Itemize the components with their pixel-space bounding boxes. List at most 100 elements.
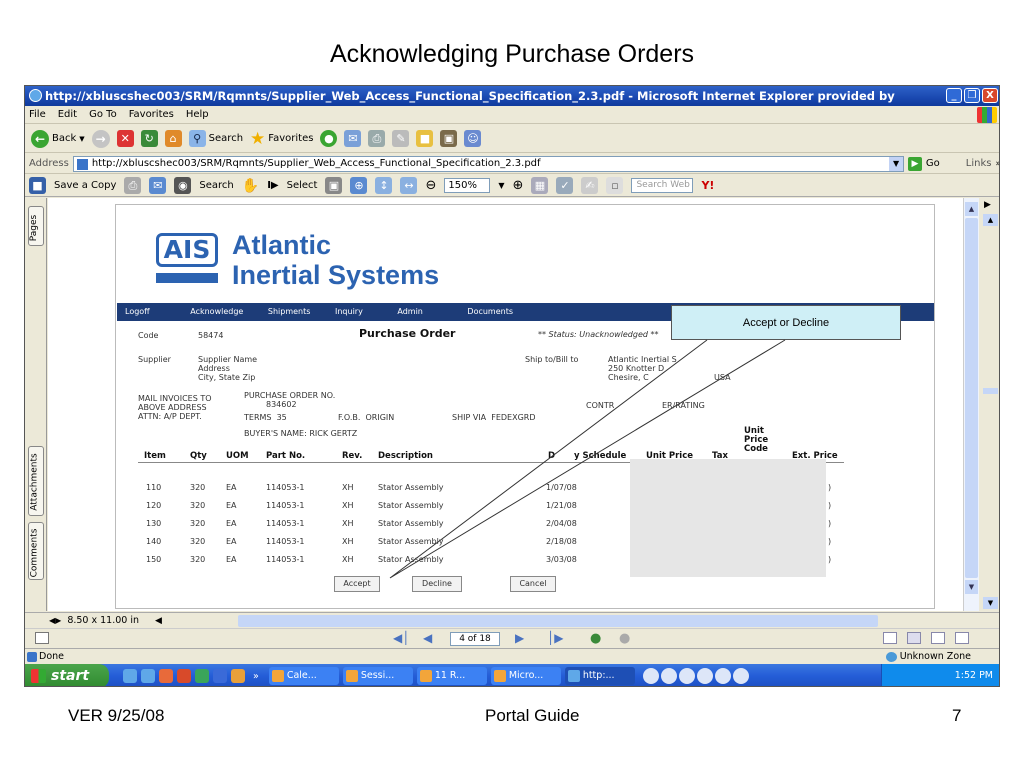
task-session[interactable]: Sessi... xyxy=(342,667,413,685)
email-icon[interactable]: ✉ xyxy=(149,177,167,194)
home-icon[interactable]: ⌂ xyxy=(164,130,182,147)
task-micro[interactable]: Micro... xyxy=(490,667,561,685)
print-icon[interactable]: ⎙ xyxy=(368,130,386,147)
excel-quick-icon[interactable] xyxy=(195,669,209,683)
media-rewind-icon[interactable] xyxy=(696,668,713,684)
last-page-icon[interactable]: │▶ xyxy=(547,631,563,645)
task-11r[interactable]: 11 R... xyxy=(416,667,487,685)
address-dropdown-icon[interactable]: ▼ xyxy=(889,156,904,171)
forward-button[interactable]: → xyxy=(91,129,110,148)
decline-button[interactable]: Decline xyxy=(412,576,462,592)
fit-page-icon[interactable]: ↕ xyxy=(375,177,393,194)
menu-file[interactable]: File xyxy=(29,106,46,123)
continuous-facing-icon[interactable] xyxy=(955,632,969,644)
save-copy-button[interactable]: Save a Copy xyxy=(54,180,116,191)
search-button[interactable]: ⚲ Search xyxy=(188,130,243,147)
scroll-down-icon[interactable]: ▼ xyxy=(965,580,978,594)
history-icon[interactable]: ● xyxy=(320,130,338,147)
select-button[interactable]: Select xyxy=(287,180,318,191)
scroll-down-icon[interactable]: ▼ xyxy=(983,597,998,609)
horizontal-scrollbar[interactable] xyxy=(237,614,878,627)
back-view-icon[interactable]: ● xyxy=(590,631,601,646)
first-page-icon[interactable]: ◀│ xyxy=(393,631,409,645)
media-volume-icon[interactable] xyxy=(732,668,749,684)
calendar-quick-icon[interactable] xyxy=(231,669,245,683)
media-prev-icon[interactable] xyxy=(642,668,659,684)
edit-icon[interactable]: ✎ xyxy=(392,130,410,147)
app-quick-icon[interactable] xyxy=(159,669,173,683)
page-layout-icon[interactable]: ▦ xyxy=(531,177,549,194)
continuous-icon[interactable] xyxy=(907,632,921,644)
vertical-scrollbar[interactable]: ▲ ▼ xyxy=(963,198,979,611)
mail-icon[interactable]: ✉ xyxy=(344,130,362,147)
scroll-grip[interactable] xyxy=(983,388,998,394)
task-icon[interactable]: ▫ xyxy=(606,177,624,194)
favorites-button[interactable]: ★ Favorites xyxy=(250,129,313,149)
play-icon[interactable]: ▶ xyxy=(984,200,991,210)
nav-admin[interactable]: Admin xyxy=(397,303,423,321)
nav-inquiry[interactable]: Inquiry xyxy=(335,303,363,321)
menu-favorites[interactable]: Favorites xyxy=(129,106,174,123)
outlook-quick-icon[interactable] xyxy=(177,669,191,683)
refresh-icon[interactable]: ↻ xyxy=(140,130,158,147)
nav-logoff[interactable]: Logoff xyxy=(125,303,150,321)
sign-icon[interactable]: ✍ xyxy=(581,177,599,194)
chevron-right-icon[interactable]: » xyxy=(995,154,999,174)
start-button[interactable]: start xyxy=(25,664,109,686)
forward-view-icon[interactable]: ● xyxy=(619,631,630,646)
zoom-dropdown-icon[interactable]: ▼ xyxy=(498,181,504,190)
page-number-field[interactable]: 4 of 18 xyxy=(450,632,500,646)
pages-tab[interactable]: Pages xyxy=(28,206,44,246)
task-http[interactable]: http:... xyxy=(564,667,635,685)
back-button[interactable]: ← Back ▼ xyxy=(31,129,85,148)
nav-acknowledge[interactable]: Acknowledge xyxy=(190,303,243,321)
fit-width-icon[interactable]: ↔ xyxy=(400,177,418,194)
search-web-input[interactable]: Search Web xyxy=(631,178,694,193)
scroll-left-icon[interactable]: ◀ xyxy=(155,616,162,626)
pdf-search-button[interactable]: Search xyxy=(199,180,233,191)
spellcheck-icon[interactable]: ✓ xyxy=(556,177,574,194)
scroll-thumb[interactable] xyxy=(965,218,978,578)
messenger-icon[interactable]: ☺ xyxy=(464,130,482,147)
accept-button[interactable]: Accept xyxy=(334,576,380,592)
comments-tab[interactable]: Comments xyxy=(28,522,44,580)
browser-scrollbar[interactable]: ▶ ▲ ▼ xyxy=(980,198,999,611)
media-forward-icon[interactable] xyxy=(714,668,731,684)
more-chevron-icon[interactable]: » xyxy=(253,671,259,682)
maximize-button[interactable]: ❒ xyxy=(964,88,980,103)
word-quick-icon[interactable] xyxy=(213,669,227,683)
media-stop-icon[interactable] xyxy=(678,668,695,684)
folder-icon[interactable]: ■ xyxy=(416,130,434,147)
zoom-in-plus-icon[interactable]: ⊕ xyxy=(513,178,524,193)
stop-icon[interactable]: ✕ xyxy=(116,130,134,147)
print-icon[interactable]: ⎙ xyxy=(124,177,142,194)
browser-quick-icon[interactable] xyxy=(141,669,155,683)
research-icon[interactable]: ▣ xyxy=(440,130,458,147)
go-arrow-icon[interactable]: ▶ xyxy=(908,156,922,171)
menu-edit[interactable]: Edit xyxy=(58,106,77,123)
prev-page-icon[interactable]: ◀ xyxy=(423,631,432,645)
facing-icon[interactable] xyxy=(931,632,945,644)
cancel-button[interactable]: Cancel xyxy=(510,576,556,592)
nav-shipments[interactable]: Shipments xyxy=(268,303,311,321)
menu-goto[interactable]: Go To xyxy=(89,106,117,123)
address-input[interactable]: http://xbluscshec003/SRM/Rqmnts/Supplier… xyxy=(72,155,905,172)
next-page-icon[interactable]: ▶ xyxy=(515,631,524,645)
task-calendar[interactable]: Cale... xyxy=(268,667,339,685)
scroll-up-icon[interactable]: ▲ xyxy=(983,214,998,226)
panel-toggle-icon[interactable] xyxy=(35,632,49,644)
zoom-in-icon[interactable]: ⊕ xyxy=(350,177,368,194)
close-button[interactable]: X xyxy=(982,88,998,103)
hand-tool-icon[interactable]: ✋ xyxy=(242,178,259,194)
split-icon[interactable]: ◀▶ xyxy=(49,616,61,625)
nav-documents[interactable]: Documents xyxy=(467,303,513,321)
zoom-level-field[interactable]: 150% xyxy=(444,178,491,193)
single-page-icon[interactable] xyxy=(883,632,897,644)
attachments-tab[interactable]: Attachments xyxy=(28,446,44,516)
snapshot-icon[interactable]: ▣ xyxy=(325,177,343,194)
zoom-out-icon[interactable]: ⊖ xyxy=(425,178,436,193)
scroll-up-icon[interactable]: ▲ xyxy=(965,202,978,216)
menu-help[interactable]: Help xyxy=(186,106,209,123)
yahoo-icon[interactable]: Y! xyxy=(701,179,714,192)
media-pause-icon[interactable] xyxy=(660,668,677,684)
